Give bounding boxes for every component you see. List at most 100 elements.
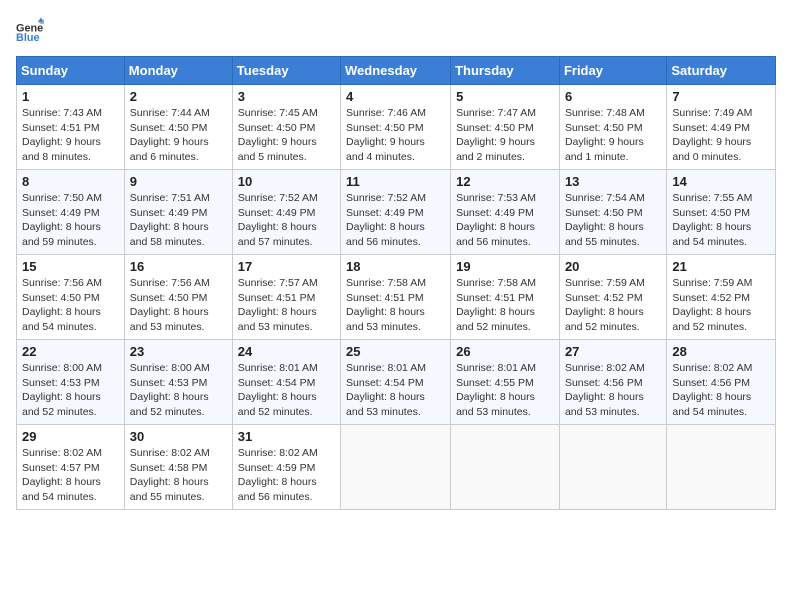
- day-number: 22: [22, 344, 119, 359]
- day-number: 17: [238, 259, 335, 274]
- day-number: 7: [672, 89, 770, 104]
- weekday-header: Tuesday: [232, 57, 340, 85]
- svg-text:Blue: Blue: [16, 32, 40, 44]
- calendar-cell: 24 Sunrise: 8:01 AMSunset: 4:54 PMDayligh…: [232, 340, 340, 425]
- day-number: 28: [672, 344, 770, 359]
- day-number: 9: [130, 174, 227, 189]
- calendar-cell: 7 Sunrise: 7:49 AMSunset: 4:49 PMDaylight…: [667, 85, 776, 170]
- day-number: 24: [238, 344, 335, 359]
- weekday-header: Friday: [559, 57, 666, 85]
- day-number: 16: [130, 259, 227, 274]
- day-number: 11: [346, 174, 445, 189]
- day-info: Sunrise: 7:58 AMSunset: 4:51 PMDaylight:…: [456, 276, 554, 335]
- day-info: Sunrise: 7:43 AMSunset: 4:51 PMDaylight:…: [22, 106, 119, 165]
- calendar-cell: 27 Sunrise: 8:02 AMSunset: 4:56 PMDayligh…: [559, 340, 666, 425]
- calendar-cell: 23 Sunrise: 8:00 AMSunset: 4:53 PMDayligh…: [124, 340, 232, 425]
- calendar-cell: 26Sunrise: 8:01 AMSunset: 4:55 PMDayligh…: [451, 340, 560, 425]
- day-info: Sunrise: 7:48 AMSunset: 4:50 PMDaylight:…: [565, 106, 661, 165]
- day-info: Sunrise: 7:57 AMSunset: 4:51 PMDaylight:…: [238, 276, 335, 335]
- day-info: Sunrise: 7:54 AMSunset: 4:50 PMDaylight:…: [565, 191, 661, 250]
- calendar-cell: 31 Sunrise: 8:02 AMSunset: 4:59 PMDayligh…: [232, 425, 340, 510]
- day-info: Sunrise: 8:00 AMSunset: 4:53 PMDaylight:…: [130, 361, 227, 420]
- day-info: Sunrise: 8:02 AMSunset: 4:56 PMDaylight:…: [565, 361, 661, 420]
- day-number: 8: [22, 174, 119, 189]
- day-number: 4: [346, 89, 445, 104]
- calendar-cell: 22 Sunrise: 8:00 AMSunset: 4:53 PMDayligh…: [17, 340, 125, 425]
- day-info: Sunrise: 8:02 AMSunset: 4:57 PMDaylight:…: [22, 446, 119, 505]
- calendar-cell: 15 Sunrise: 7:56 AMSunset: 4:50 PMDayligh…: [17, 255, 125, 340]
- day-number: 12: [456, 174, 554, 189]
- day-info: Sunrise: 8:01 AMSunset: 4:54 PMDaylight:…: [238, 361, 335, 420]
- calendar-cell: 29 Sunrise: 8:02 AMSunset: 4:57 PMDayligh…: [17, 425, 125, 510]
- weekday-header: Wednesday: [341, 57, 451, 85]
- day-number: 14: [672, 174, 770, 189]
- day-info: Sunrise: 7:56 AMSunset: 4:50 PMDaylight:…: [130, 276, 227, 335]
- day-number: 18: [346, 259, 445, 274]
- calendar-cell: [451, 425, 560, 510]
- day-number: 13: [565, 174, 661, 189]
- day-info: Sunrise: 7:59 AMSunset: 4:52 PMDaylight:…: [565, 276, 661, 335]
- day-number: 27: [565, 344, 661, 359]
- day-number: 29: [22, 429, 119, 444]
- weekday-header: Monday: [124, 57, 232, 85]
- calendar-cell: 18Sunrise: 7:58 AMSunset: 4:51 PMDayligh…: [341, 255, 451, 340]
- calendar-cell: 8Sunrise: 7:50 AMSunset: 4:49 PMDaylight…: [17, 170, 125, 255]
- day-info: Sunrise: 7:52 AMSunset: 4:49 PMDaylight:…: [238, 191, 335, 250]
- calendar-week-row: 1 Sunrise: 7:43 AMSunset: 4:51 PMDaylight…: [17, 85, 776, 170]
- day-number: 15: [22, 259, 119, 274]
- calendar-cell: 5 Sunrise: 7:47 AMSunset: 4:50 PMDaylight…: [451, 85, 560, 170]
- calendar-cell: 2 Sunrise: 7:44 AMSunset: 4:50 PMDaylight…: [124, 85, 232, 170]
- day-number: 19: [456, 259, 554, 274]
- weekday-header: Sunday: [17, 57, 125, 85]
- calendar-week-row: 29 Sunrise: 8:02 AMSunset: 4:57 PMDayligh…: [17, 425, 776, 510]
- calendar-cell: 11 Sunrise: 7:52 AMSunset: 4:49 PMDayligh…: [341, 170, 451, 255]
- calendar-cell: 10 Sunrise: 7:52 AMSunset: 4:49 PMDayligh…: [232, 170, 340, 255]
- calendar-cell: 9Sunrise: 7:51 AMSunset: 4:49 PMDaylight…: [124, 170, 232, 255]
- calendar-cell: 21Sunrise: 7:59 AMSunset: 4:52 PMDayligh…: [667, 255, 776, 340]
- day-info: Sunrise: 7:47 AMSunset: 4:50 PMDaylight:…: [456, 106, 554, 165]
- calendar-cell: 30 Sunrise: 8:02 AMSunset: 4:58 PMDayligh…: [124, 425, 232, 510]
- day-info: Sunrise: 8:01 AMSunset: 4:54 PMDaylight:…: [346, 361, 445, 420]
- day-info: Sunrise: 7:49 AMSunset: 4:49 PMDaylight:…: [672, 106, 770, 165]
- day-number: 30: [130, 429, 227, 444]
- calendar-cell: 25 Sunrise: 8:01 AMSunset: 4:54 PMDayligh…: [341, 340, 451, 425]
- calendar-cell: 28 Sunrise: 8:02 AMSunset: 4:56 PMDayligh…: [667, 340, 776, 425]
- day-info: Sunrise: 8:02 AMSunset: 4:59 PMDaylight:…: [238, 446, 335, 505]
- calendar-cell: 12Sunrise: 7:53 AMSunset: 4:49 PMDayligh…: [451, 170, 560, 255]
- calendar-cell: 16 Sunrise: 7:56 AMSunset: 4:50 PMDayligh…: [124, 255, 232, 340]
- calendar-cell: [667, 425, 776, 510]
- calendar-cell: 3Sunrise: 7:45 AMSunset: 4:50 PMDaylight…: [232, 85, 340, 170]
- calendar-week-row: 15 Sunrise: 7:56 AMSunset: 4:50 PMDayligh…: [17, 255, 776, 340]
- day-number: 20: [565, 259, 661, 274]
- calendar-cell: 19 Sunrise: 7:58 AMSunset: 4:51 PMDayligh…: [451, 255, 560, 340]
- day-number: 2: [130, 89, 227, 104]
- logo: General Blue: [16, 16, 48, 44]
- day-info: Sunrise: 7:59 AMSunset: 4:52 PMDaylight:…: [672, 276, 770, 335]
- day-info: Sunrise: 8:02 AMSunset: 4:56 PMDaylight:…: [672, 361, 770, 420]
- day-info: Sunrise: 8:01 AMSunset: 4:55 PMDaylight:…: [456, 361, 554, 420]
- day-info: Sunrise: 8:02 AMSunset: 4:58 PMDaylight:…: [130, 446, 227, 505]
- logo-icon: General Blue: [16, 16, 44, 44]
- calendar-cell: 17 Sunrise: 7:57 AMSunset: 4:51 PMDayligh…: [232, 255, 340, 340]
- day-number: 25: [346, 344, 445, 359]
- day-number: 3: [238, 89, 335, 104]
- calendar-cell: 14Sunrise: 7:55 AMSunset: 4:50 PMDayligh…: [667, 170, 776, 255]
- day-number: 1: [22, 89, 119, 104]
- day-info: Sunrise: 7:52 AMSunset: 4:49 PMDaylight:…: [346, 191, 445, 250]
- day-info: Sunrise: 7:44 AMSunset: 4:50 PMDaylight:…: [130, 106, 227, 165]
- calendar-table: SundayMondayTuesdayWednesdayThursdayFrid…: [16, 56, 776, 510]
- day-info: Sunrise: 7:56 AMSunset: 4:50 PMDaylight:…: [22, 276, 119, 335]
- day-number: 10: [238, 174, 335, 189]
- weekday-header: Thursday: [451, 57, 560, 85]
- calendar-cell: 13 Sunrise: 7:54 AMSunset: 4:50 PMDayligh…: [559, 170, 666, 255]
- day-info: Sunrise: 8:00 AMSunset: 4:53 PMDaylight:…: [22, 361, 119, 420]
- calendar-cell: [341, 425, 451, 510]
- calendar-cell: 4Sunrise: 7:46 AMSunset: 4:50 PMDaylight…: [341, 85, 451, 170]
- day-number: 5: [456, 89, 554, 104]
- weekday-header: Saturday: [667, 57, 776, 85]
- page-header: General Blue: [16, 16, 776, 44]
- day-number: 23: [130, 344, 227, 359]
- calendar-cell: 6Sunrise: 7:48 AMSunset: 4:50 PMDaylight…: [559, 85, 666, 170]
- calendar-week-row: 8Sunrise: 7:50 AMSunset: 4:49 PMDaylight…: [17, 170, 776, 255]
- day-number: 31: [238, 429, 335, 444]
